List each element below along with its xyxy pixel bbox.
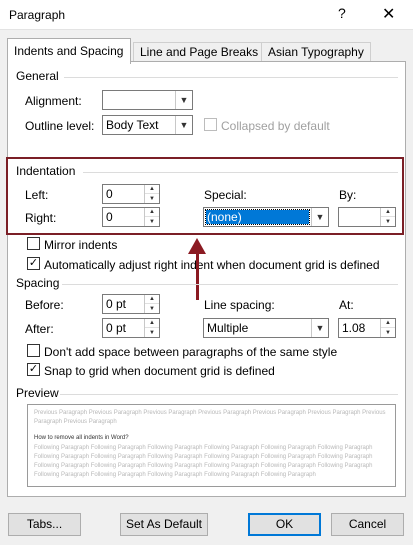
- special-label: Special:: [204, 188, 247, 202]
- preview-current-text: How to remove all indents in Word?: [34, 435, 129, 441]
- spacing-divider: [62, 284, 398, 285]
- indentation-heading: Indentation: [16, 164, 76, 178]
- ok-button[interactable]: OK: [248, 513, 321, 536]
- outline-level-label: Outline level:: [25, 119, 95, 133]
- right-indent-spinner[interactable]: 0 ▲ ▼: [102, 207, 160, 227]
- spinner-buttons: ▲ ▼: [144, 185, 159, 203]
- auto-adjust-checkbox[interactable]: ✓: [27, 257, 40, 270]
- chevron-down-icon: ▼: [175, 116, 192, 134]
- spin-down-icon[interactable]: ▼: [381, 328, 395, 337]
- line-spacing-dropdown[interactable]: Multiple ▼: [203, 318, 329, 338]
- before-value: 0 pt: [106, 297, 127, 311]
- spin-up-icon[interactable]: ▲: [381, 319, 395, 328]
- spin-down-icon[interactable]: ▼: [381, 217, 395, 226]
- spin-up-icon[interactable]: ▲: [145, 295, 159, 304]
- before-spinner[interactable]: 0 pt ▲ ▼: [102, 294, 160, 314]
- left-indent-value: 0: [106, 187, 113, 201]
- by-label: By:: [339, 188, 357, 202]
- spin-down-icon[interactable]: ▼: [145, 217, 159, 226]
- after-value: 0 pt: [106, 321, 127, 335]
- paragraph-preview: Previous Paragraph Previous Paragraph Pr…: [27, 404, 396, 487]
- at-spinner[interactable]: 1.08 ▲ ▼: [338, 318, 396, 338]
- spacing-heading: Spacing: [16, 276, 60, 290]
- tab-indents-and-spacing[interactable]: Indents and Spacing: [7, 38, 131, 64]
- special-value: (none): [205, 209, 310, 225]
- tab-line-and-page-breaks[interactable]: Line and Page Breaks: [133, 42, 263, 62]
- preview-heading: Preview: [16, 386, 59, 400]
- left-indent-label: Left:: [25, 188, 49, 202]
- help-button[interactable]: ?: [338, 5, 346, 21]
- chevron-down-icon: ▼: [175, 91, 192, 109]
- preview-previous-text: Previous Paragraph Previous Paragraph Pr…: [34, 410, 386, 425]
- collapsed-label: Collapsed by default: [221, 119, 330, 133]
- tab-asian-typography[interactable]: Asian Typography: [261, 42, 371, 62]
- alignment-dropdown[interactable]: ▼: [102, 90, 193, 110]
- spinner-buttons: ▲ ▼: [144, 295, 159, 313]
- spinner-buttons: ▲ ▼: [144, 319, 159, 337]
- close-button[interactable]: ✕: [382, 4, 395, 24]
- snap-to-grid-checkbox[interactable]: ✓: [27, 363, 40, 376]
- dont-add-space-label: Don't add space between paragraphs of th…: [44, 345, 338, 359]
- general-divider: [64, 77, 398, 78]
- preview-divider: [60, 394, 398, 395]
- snap-to-grid-label: Snap to grid when document grid is defin…: [44, 364, 275, 378]
- set-as-default-button[interactable]: Set As Default: [120, 513, 208, 536]
- right-indent-label: Right:: [25, 211, 57, 225]
- outline-level-value: Body Text: [106, 118, 159, 132]
- left-indent-spinner[interactable]: 0 ▲ ▼: [102, 184, 160, 204]
- title-bar: Paragraph ? ✕: [0, 0, 413, 30]
- spin-down-icon[interactable]: ▼: [145, 328, 159, 337]
- cancel-button[interactable]: Cancel: [331, 513, 404, 536]
- preview-following-text: Following Paragraph Following Paragraph …: [34, 445, 373, 478]
- window-title: Paragraph: [9, 8, 66, 22]
- outline-level-dropdown[interactable]: Body Text ▼: [102, 115, 193, 135]
- before-label: Before:: [25, 298, 64, 312]
- line-spacing-label: Line spacing:: [204, 298, 275, 312]
- dont-add-space-checkbox[interactable]: [27, 344, 40, 357]
- special-dropdown[interactable]: (none) ▼: [203, 207, 329, 227]
- auto-adjust-label: Automatically adjust right indent when d…: [44, 258, 380, 272]
- after-spinner[interactable]: 0 pt ▲ ▼: [102, 318, 160, 338]
- spinner-buttons: ▲ ▼: [380, 208, 395, 226]
- spin-up-icon[interactable]: ▲: [145, 185, 159, 194]
- chevron-down-icon: ▼: [311, 208, 328, 226]
- at-label: At:: [339, 298, 354, 312]
- spin-down-icon[interactable]: ▼: [145, 304, 159, 313]
- tabs-button[interactable]: Tabs...: [8, 513, 81, 536]
- after-label: After:: [25, 322, 54, 336]
- chevron-down-icon: ▼: [311, 319, 328, 337]
- alignment-label: Alignment:: [25, 94, 82, 108]
- spin-up-icon[interactable]: ▲: [145, 319, 159, 328]
- spinner-buttons: ▲ ▼: [380, 319, 395, 337]
- spin-up-icon[interactable]: ▲: [145, 208, 159, 217]
- collapsed-checkbox[interactable]: [204, 118, 217, 131]
- indentation-divider: [83, 172, 398, 173]
- spin-down-icon[interactable]: ▼: [145, 194, 159, 203]
- mirror-indents-label: Mirror indents: [44, 238, 118, 252]
- mirror-indents-checkbox[interactable]: [27, 237, 40, 250]
- at-value: 1.08: [342, 321, 366, 335]
- spin-up-icon[interactable]: ▲: [381, 208, 395, 217]
- annotation-arrow-shaft: [196, 250, 199, 300]
- by-spinner[interactable]: ▲ ▼: [338, 207, 396, 227]
- line-spacing-value: Multiple: [207, 321, 249, 335]
- right-indent-value: 0: [106, 210, 113, 224]
- spinner-buttons: ▲ ▼: [144, 208, 159, 226]
- general-heading: General: [16, 69, 59, 83]
